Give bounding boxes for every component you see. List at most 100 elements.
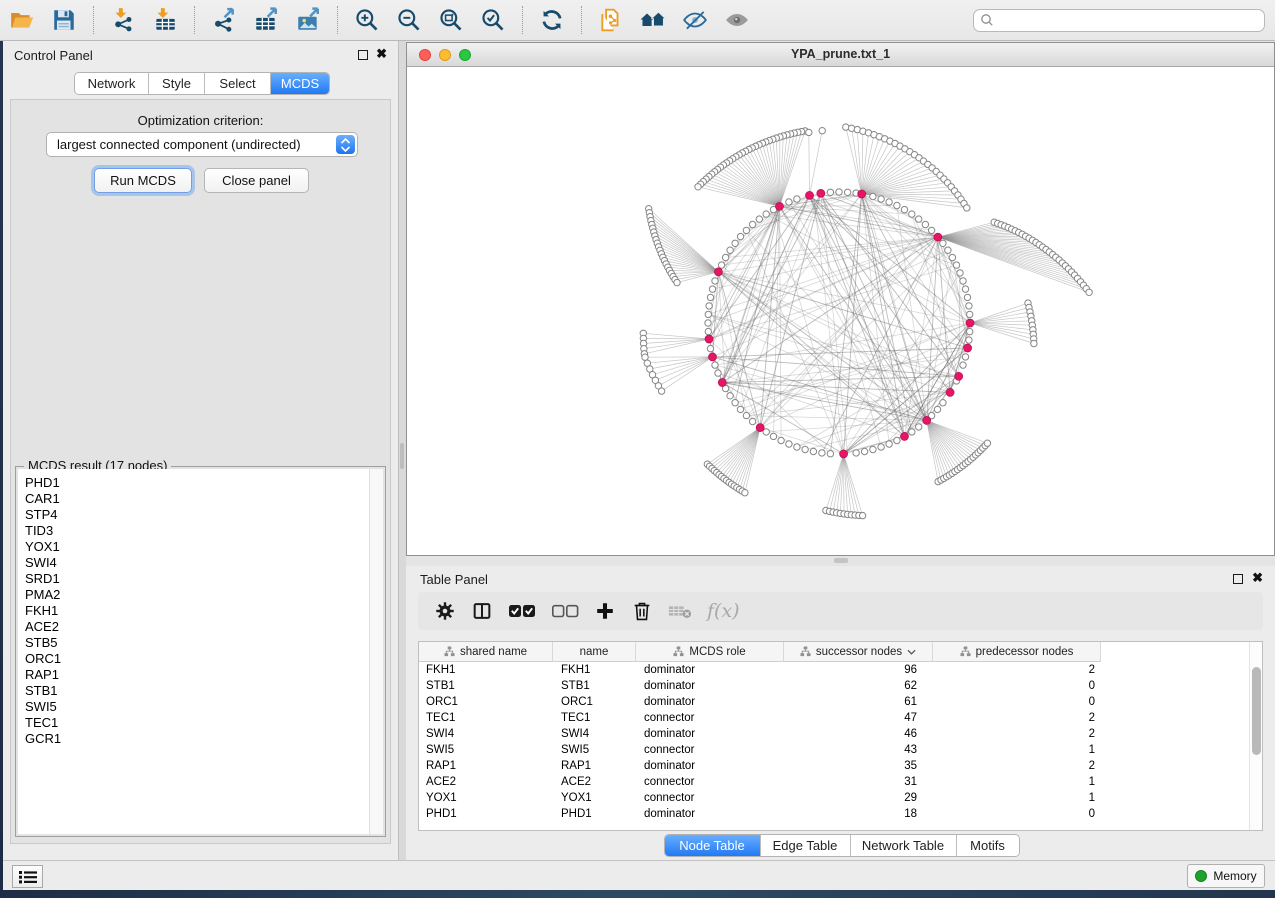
export-network-button[interactable]: [209, 5, 239, 35]
graph-mcds-node[interactable]: [946, 388, 954, 396]
mcds-result-item[interactable]: STP4: [18, 507, 383, 523]
unselect-all-button[interactable]: [551, 596, 579, 626]
mcds-result-item[interactable]: SWI5: [18, 699, 383, 715]
column-header-predecessor-nodes[interactable]: predecessor nodes: [933, 642, 1101, 662]
table-row[interactable]: STB1STB1dominator620: [419, 678, 1249, 694]
graph-node[interactable]: [886, 199, 892, 205]
network-graph[interactable]: [407, 67, 1274, 555]
graph-node[interactable]: [806, 129, 812, 135]
graph-node[interactable]: [964, 205, 970, 211]
graph-node[interactable]: [909, 211, 915, 217]
zoom-in-button[interactable]: [352, 5, 382, 35]
graph-node[interactable]: [819, 128, 825, 134]
run-mcds-button[interactable]: Run MCDS: [94, 168, 192, 193]
hide-selected-button[interactable]: [680, 5, 710, 35]
tab-select[interactable]: Select: [205, 73, 271, 94]
table-row[interactable]: SWI4SWI4dominator462: [419, 726, 1249, 742]
column-header-name[interactable]: name: [553, 642, 636, 662]
mcds-result-item[interactable]: RAP1: [18, 667, 383, 683]
graph-node[interactable]: [853, 450, 859, 456]
graph-node[interactable]: [962, 354, 968, 360]
mcds-result-item[interactable]: TID3: [18, 523, 383, 539]
graph-mcds-node[interactable]: [817, 189, 825, 197]
graph-node[interactable]: [984, 440, 990, 446]
graph-mcds-node[interactable]: [964, 344, 972, 352]
divider-grip[interactable]: [834, 558, 848, 563]
select-all-button[interactable]: [508, 596, 536, 626]
tab-mcds[interactable]: MCDS: [271, 73, 329, 94]
float-window-icon[interactable]: [358, 50, 368, 60]
graph-node[interactable]: [732, 400, 738, 406]
add-row-button[interactable]: [594, 596, 616, 626]
graph-node[interactable]: [1031, 340, 1037, 346]
zoom-selected-button[interactable]: [478, 5, 508, 35]
tab-node-table[interactable]: Node Table: [665, 835, 761, 856]
graph-node[interactable]: [916, 216, 922, 222]
graph-node[interactable]: [705, 328, 711, 334]
optimization-criterion-select[interactable]: largest connected component (undirected): [46, 132, 358, 157]
graph-node[interactable]: [707, 345, 713, 351]
zoom-fit-button[interactable]: [436, 5, 466, 35]
mcds-result-item[interactable]: STB5: [18, 635, 383, 651]
graph-node[interactable]: [878, 196, 884, 202]
graph-mcds-node[interactable]: [718, 379, 726, 387]
graph-node[interactable]: [705, 311, 711, 317]
graph-mcds-node[interactable]: [709, 353, 717, 361]
graph-node[interactable]: [712, 278, 718, 284]
graph-node[interactable]: [843, 124, 849, 130]
graph-node[interactable]: [749, 221, 755, 227]
delete-row-button[interactable]: [631, 596, 653, 626]
table-scrollbar-thumb[interactable]: [1252, 667, 1261, 755]
close-panel-button[interactable]: Close panel: [204, 168, 309, 193]
graph-node[interactable]: [810, 448, 816, 454]
table-row[interactable]: ORC1ORC1dominator610: [419, 694, 1249, 710]
graph-node[interactable]: [953, 262, 959, 268]
graph-node[interactable]: [709, 286, 715, 292]
show-all-button[interactable]: [722, 5, 752, 35]
graph-node[interactable]: [715, 370, 721, 376]
graph-node[interactable]: [778, 437, 784, 443]
graph-node[interactable]: [706, 303, 712, 309]
graph-node[interactable]: [674, 279, 680, 285]
graph-node[interactable]: [878, 444, 884, 450]
graph-node[interactable]: [909, 429, 915, 435]
clone-network-button[interactable]: [596, 5, 626, 35]
close-panel-icon[interactable]: ✖: [1252, 570, 1263, 586]
table-row[interactable]: RAP1RAP1dominator352: [419, 758, 1249, 774]
graph-node[interactable]: [786, 199, 792, 205]
refresh-view-button[interactable]: [537, 5, 567, 35]
export-table-button[interactable]: [251, 5, 281, 35]
column-view-button[interactable]: [471, 596, 493, 626]
open-file-button[interactable]: [7, 5, 37, 35]
tab-motifs[interactable]: Motifs: [957, 835, 1019, 856]
graph-node[interactable]: [737, 406, 743, 412]
graph-node[interactable]: [742, 490, 748, 496]
graph-node[interactable]: [732, 240, 738, 246]
graph-node[interactable]: [749, 418, 755, 424]
float-window-icon[interactable]: [1233, 574, 1243, 584]
zoom-out-button[interactable]: [394, 5, 424, 35]
graph-node[interactable]: [870, 193, 876, 199]
graph-node[interactable]: [794, 444, 800, 450]
divider-grip[interactable]: [400, 443, 404, 469]
graph-node[interactable]: [940, 240, 946, 246]
graph-node[interactable]: [967, 328, 973, 334]
mcds-result-item[interactable]: STB1: [18, 683, 383, 699]
graph-node[interactable]: [727, 247, 733, 253]
export-image-button[interactable]: [293, 5, 323, 35]
close-panel-icon[interactable]: ✖: [376, 46, 387, 62]
graph-node[interactable]: [962, 286, 968, 292]
memory-button[interactable]: Memory: [1187, 864, 1265, 888]
graph-node[interactable]: [727, 393, 733, 399]
graph-node[interactable]: [695, 184, 701, 190]
graph-mcds-node[interactable]: [806, 191, 814, 199]
graph-mcds-node[interactable]: [955, 372, 963, 380]
graph-mcds-node[interactable]: [714, 268, 722, 276]
graph-node[interactable]: [756, 216, 762, 222]
mcds-result-item[interactable]: CAR1: [18, 491, 383, 507]
graph-node[interactable]: [940, 400, 946, 406]
search-input[interactable]: [973, 9, 1265, 32]
graph-node[interactable]: [770, 433, 776, 439]
graph-node[interactable]: [901, 206, 907, 212]
graph-node[interactable]: [722, 254, 728, 260]
